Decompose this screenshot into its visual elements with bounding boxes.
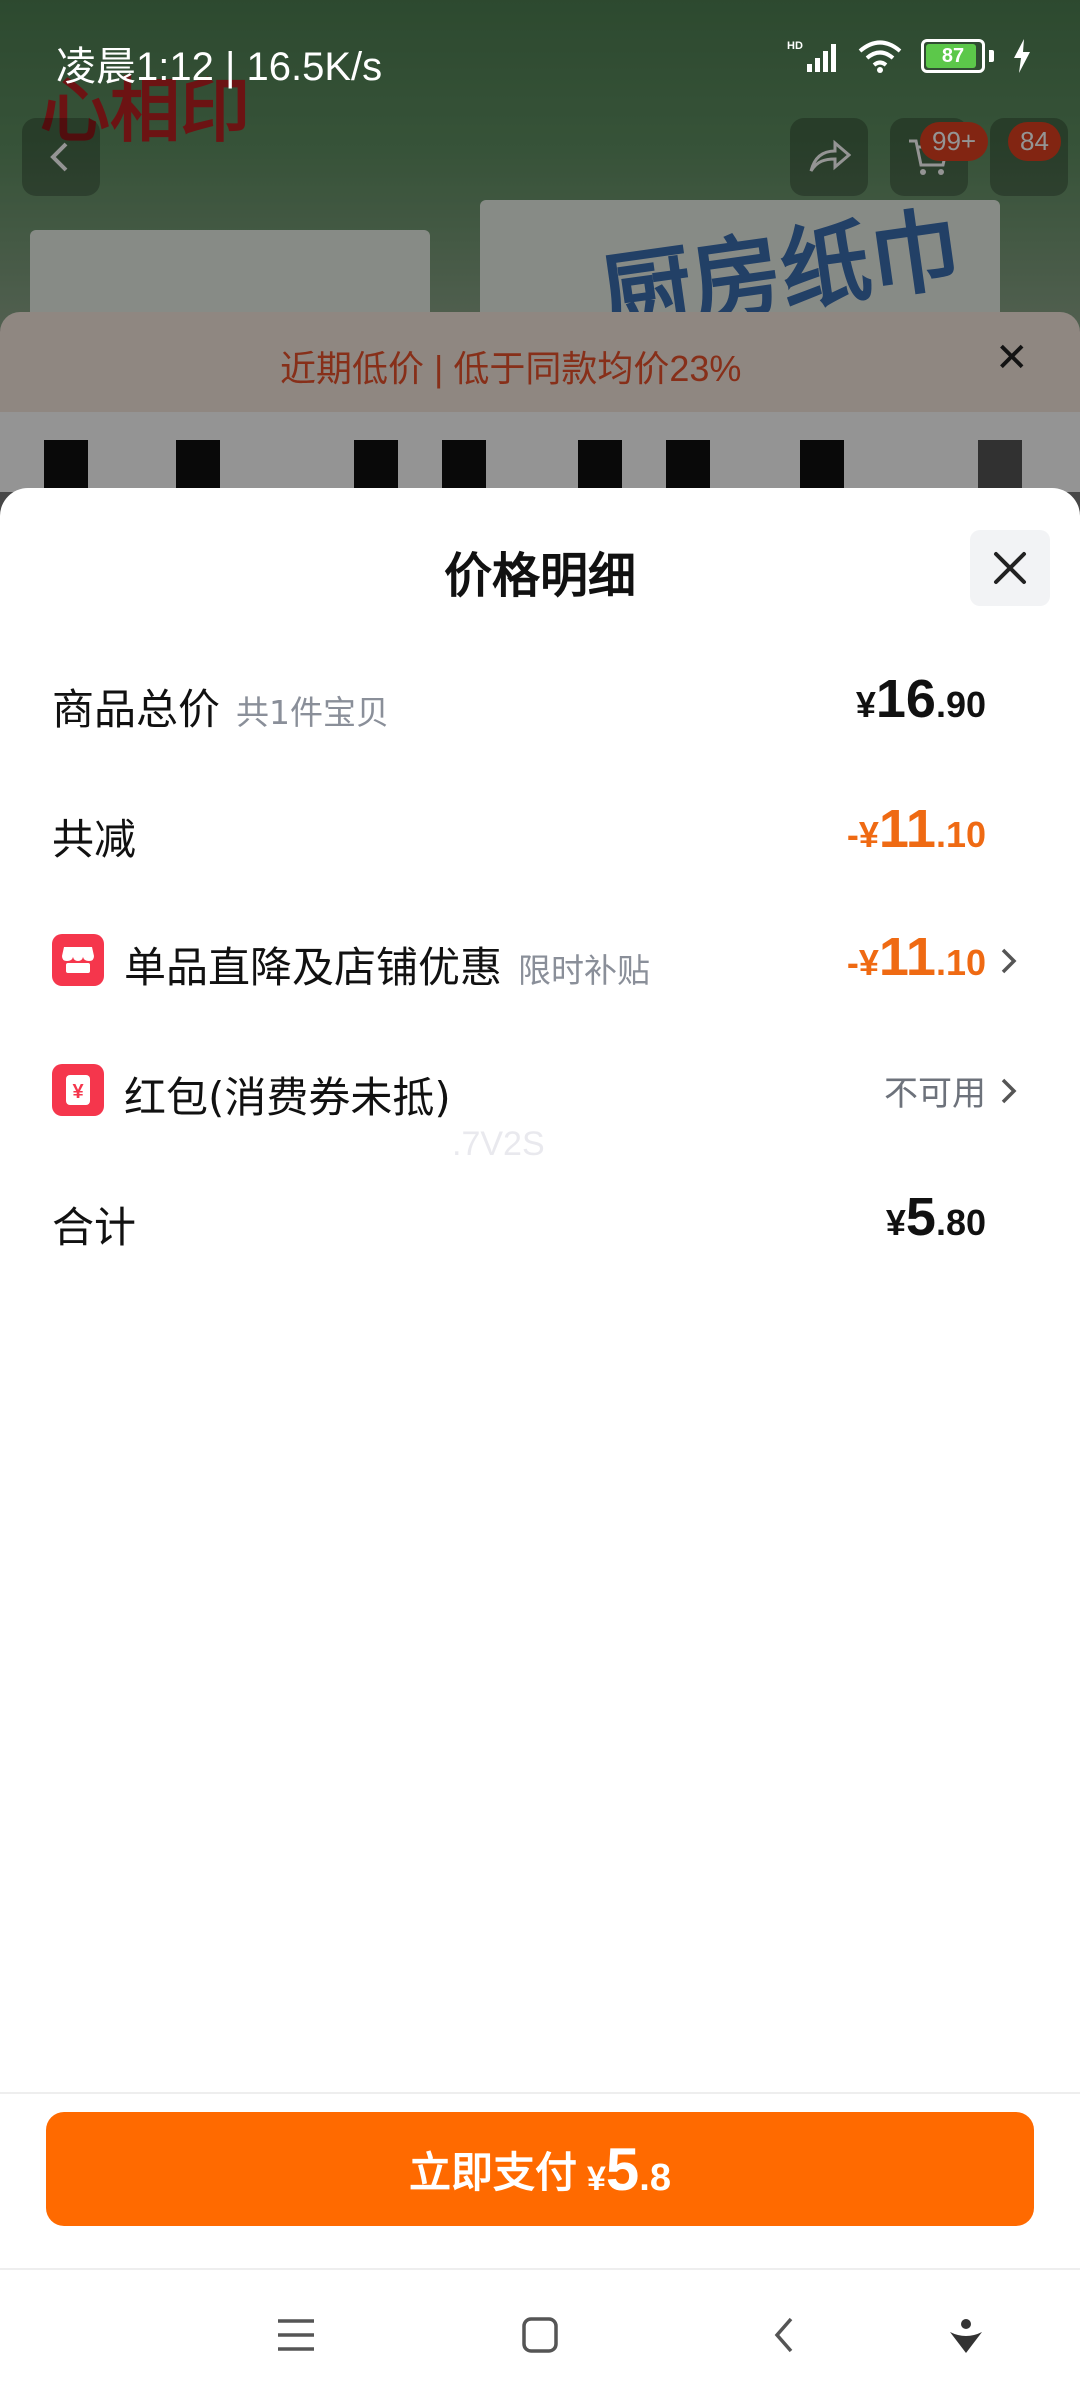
status-time: 凌晨1:12 | 16.5K/s	[56, 45, 383, 89]
row-goods-total: 商品总价 共1件宝贝 ¥16.90	[0, 654, 1080, 744]
sheet-close-button[interactable]	[970, 530, 1050, 606]
back-nav-button[interactable]	[724, 2270, 844, 2400]
row-store-discount[interactable]: 单品直降及店铺优惠 限时补贴 -¥11.10	[0, 912, 1080, 1002]
status-icons: HD 87	[787, 38, 1032, 74]
assistant-button[interactable]	[906, 2270, 1026, 2400]
goods-count-text: 共1件宝贝	[236, 693, 390, 732]
charging-icon	[1014, 39, 1030, 73]
limited-subsidy-text: 限时补贴	[518, 951, 651, 990]
pay-now-label: 立即支付	[408, 2147, 577, 2197]
signal-icon: HD	[787, 40, 836, 72]
chevron-right-icon	[1001, 1078, 1017, 1104]
chevron-right-icon	[1001, 948, 1017, 974]
red-packet-status: 不可用	[884, 1074, 986, 1114]
sheet-title: 价格明细	[443, 548, 636, 604]
system-nav-bar	[0, 2270, 1080, 2400]
total-reduction-label: 共减	[52, 815, 137, 864]
store-discount-label: 单品直降及店铺优惠	[124, 943, 503, 992]
red-packet-icon: ¥	[52, 1064, 104, 1116]
svg-text:HD: HD	[787, 40, 803, 52]
pay-now-button[interactable]: 立即支付 ¥5.8	[46, 2112, 1034, 2226]
row-red-packet[interactable]: ¥ 红包(消费券未抵) 不可用	[0, 1042, 1080, 1132]
status-bar: 凌晨1:12 | 16.5K/s HD 87	[0, 0, 1080, 95]
home-square-icon	[522, 2317, 558, 2353]
sum-label: 合计	[52, 1203, 137, 1252]
goods-total-price: ¥16.90	[855, 669, 986, 729]
recent-apps-button[interactable]	[236, 2270, 356, 2400]
assistant-icon	[950, 2319, 982, 2353]
watermark-text: .7V2S	[452, 1125, 545, 1163]
row-total-reduction: 共减 -¥11.10	[0, 784, 1080, 874]
svg-text:¥: ¥	[72, 1081, 84, 1103]
wifi-icon	[858, 40, 902, 73]
store-discount-price: -¥11.10	[846, 927, 986, 987]
divider	[0, 2092, 1080, 2094]
store-icon	[52, 934, 104, 986]
total-reduction-price: -¥11.10	[846, 799, 986, 859]
pay-now-price: ¥5.8	[587, 2135, 671, 2203]
sum-price: ¥5.80	[885, 1187, 986, 1247]
row-sum: 合计 ¥5.80	[0, 1172, 1080, 1262]
red-packet-label: 红包(消费券未抵)	[124, 1073, 451, 1122]
close-icon	[994, 552, 1026, 584]
battery-level: 87	[941, 44, 965, 67]
menu-icon	[278, 2319, 314, 2351]
goods-total-label: 商品总价	[52, 685, 221, 734]
back-chevron-icon	[774, 2317, 793, 2353]
home-button[interactable]	[480, 2270, 600, 2400]
battery-icon: 87	[921, 39, 985, 73]
